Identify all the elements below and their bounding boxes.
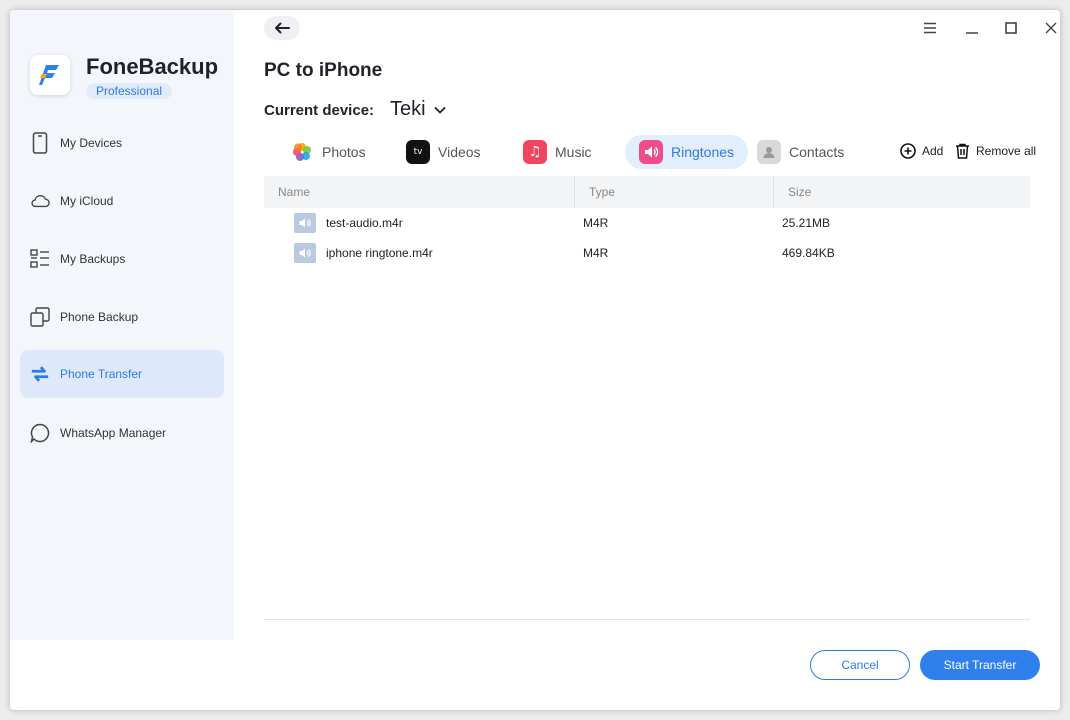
app-logo-icon — [30, 55, 70, 95]
tab-photos[interactable]: Photos — [276, 135, 380, 169]
file-size: 469.84KB — [782, 246, 835, 260]
music-icon: ♫ — [523, 140, 547, 164]
sidebar-item-label: Phone Transfer — [60, 367, 143, 381]
cancel-button[interactable]: Cancel — [810, 650, 910, 680]
page-title: PC to iPhone — [264, 60, 383, 81]
sidebar-item-my-icloud[interactable]: My iCloud — [20, 177, 224, 225]
file-name: iphone ringtone.m4r — [326, 246, 433, 260]
sidebar-item-my-devices[interactable]: My Devices — [20, 119, 224, 167]
column-header-size[interactable]: Size — [774, 176, 1030, 208]
footer-divider — [264, 619, 1030, 620]
tab-label: Contacts — [789, 144, 845, 160]
photos-icon — [290, 140, 314, 164]
table-row[interactable]: test-audio.m4r M4R 25.21MB — [264, 208, 1030, 238]
column-header-type[interactable]: Type — [575, 176, 774, 208]
close-icon[interactable] — [1041, 18, 1060, 38]
table-row[interactable]: iphone ringtone.m4r M4R 469.84KB — [264, 238, 1030, 268]
sidebar-item-whatsapp-manager[interactable]: WhatsApp Manager — [20, 409, 224, 457]
back-button[interactable] — [264, 16, 300, 40]
tab-music[interactable]: ♫ Music — [509, 135, 606, 169]
menu-icon[interactable] — [920, 18, 940, 38]
audio-file-icon — [294, 243, 316, 263]
file-table: Name Type Size test-audio.m4r M4R 25.21M… — [264, 176, 1030, 268]
chat-bubble-icon — [30, 423, 50, 443]
maximize-icon[interactable] — [1001, 18, 1021, 38]
remove-all-label: Remove all — [976, 144, 1037, 158]
table-header: Name Type Size — [264, 176, 1030, 208]
sidebar: FoneBackup Professional My Devices My iC… — [10, 10, 234, 640]
main-panel: PC to iPhone Current device: Teki Photos… — [234, 10, 1060, 710]
tab-label: Music — [555, 144, 592, 160]
transfer-icon — [30, 364, 50, 384]
tab-label: Photos — [322, 144, 366, 160]
sidebar-item-label: My Backups — [60, 252, 126, 266]
contacts-icon — [757, 140, 781, 164]
sidebar-item-label: My iCloud — [60, 194, 114, 208]
arrow-left-icon — [275, 22, 290, 34]
device-name: Teki — [390, 98, 426, 120]
speaker-icon — [639, 140, 663, 164]
tab-contacts[interactable]: Contacts — [743, 135, 858, 169]
app-name: FoneBackup — [86, 54, 219, 79]
tab-label: Videos — [438, 144, 481, 160]
trash-icon — [956, 143, 969, 159]
sidebar-item-label: Phone Backup — [60, 310, 139, 324]
file-size: 25.21MB — [782, 216, 831, 230]
tab-videos[interactable]: tv Videos — [392, 135, 495, 169]
current-device-label: Current device: — [264, 102, 375, 119]
tab-ringtones[interactable]: Ringtones — [625, 135, 749, 169]
file-type: M4R — [583, 216, 609, 230]
copy-icon — [30, 307, 50, 327]
remove-all-button[interactable]: Remove all — [955, 143, 1036, 159]
sidebar-item-label: WhatsApp Manager — [60, 426, 167, 440]
sidebar-item-label: My Devices — [60, 136, 123, 150]
column-header-name[interactable]: Name — [264, 176, 575, 208]
sidebar-item-my-backups[interactable]: My Backups — [20, 235, 224, 283]
sidebar-item-phone-backup[interactable]: Phone Backup — [20, 293, 224, 341]
edition-badge: Professional — [86, 83, 173, 99]
tab-label: Ringtones — [671, 144, 735, 160]
plus-circle-icon — [900, 143, 916, 159]
cloud-icon — [30, 191, 50, 211]
sidebar-item-phone-transfer[interactable]: Phone Transfer — [20, 350, 224, 398]
add-button[interactable]: Add — [900, 143, 943, 159]
start-transfer-button[interactable]: Start Transfer — [920, 650, 1040, 680]
file-type: M4R — [583, 246, 609, 260]
apple-tv-icon: tv — [406, 140, 430, 164]
app-window: FoneBackup Professional My Devices My iC… — [10, 10, 1060, 710]
chevron-down-icon — [433, 106, 446, 114]
phone-icon — [30, 132, 50, 154]
minimize-icon[interactable] — [962, 18, 982, 38]
add-label: Add — [922, 144, 944, 158]
device-selector[interactable]: Teki — [390, 98, 446, 121]
audio-file-icon — [294, 213, 316, 233]
list-icon — [30, 249, 50, 269]
file-name: test-audio.m4r — [326, 216, 403, 230]
